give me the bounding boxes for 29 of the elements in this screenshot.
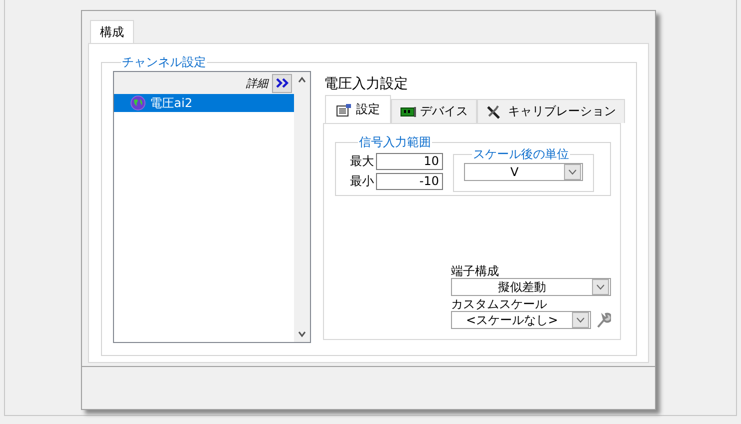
details-label: 詳細 — [246, 76, 268, 90]
group-label: 信号入力範囲 — [358, 134, 432, 151]
wrench-icon — [595, 311, 611, 329]
scroll-up-icon — [297, 76, 307, 84]
form-icon — [336, 102, 352, 116]
number-field[interactable]: 10 — [376, 153, 443, 170]
field-label: 端子構成 — [451, 263, 500, 278]
scrollbar[interactable] — [294, 72, 310, 342]
field-label: 最小 — [350, 173, 374, 190]
expand-button[interactable] — [272, 74, 292, 92]
scale-dropdown[interactable]: <スケールなし> — [451, 311, 591, 329]
field-label: 最大 — [350, 153, 374, 170]
tab[interactable]: 設定 — [325, 95, 391, 123]
circuit-board-icon — [400, 106, 416, 118]
section-title: 電圧入力設定 — [324, 75, 409, 94]
tab[interactable]: デバイス — [391, 99, 477, 123]
globe-icon — [130, 95, 146, 111]
group-label: チャンネル設定 — [121, 54, 207, 71]
tab[interactable]: 構成 — [90, 20, 134, 43]
channel-item[interactable]: 電圧ai2 — [114, 94, 294, 112]
tab[interactable]: キャリブレーション — [477, 99, 625, 123]
number-field[interactable]: -10 — [376, 173, 443, 190]
terminal-dropdown[interactable]: 擬似差動 — [451, 278, 611, 296]
field-label: カスタムスケール — [451, 296, 548, 311]
group-label: スケール後の単位 — [472, 146, 570, 163]
double-chevron-icon — [275, 77, 289, 89]
units-dropdown[interactable]: V — [464, 163, 583, 181]
scroll-down-icon — [297, 330, 307, 338]
channel-list[interactable]: 詳細 電圧ai2 — [113, 71, 311, 343]
